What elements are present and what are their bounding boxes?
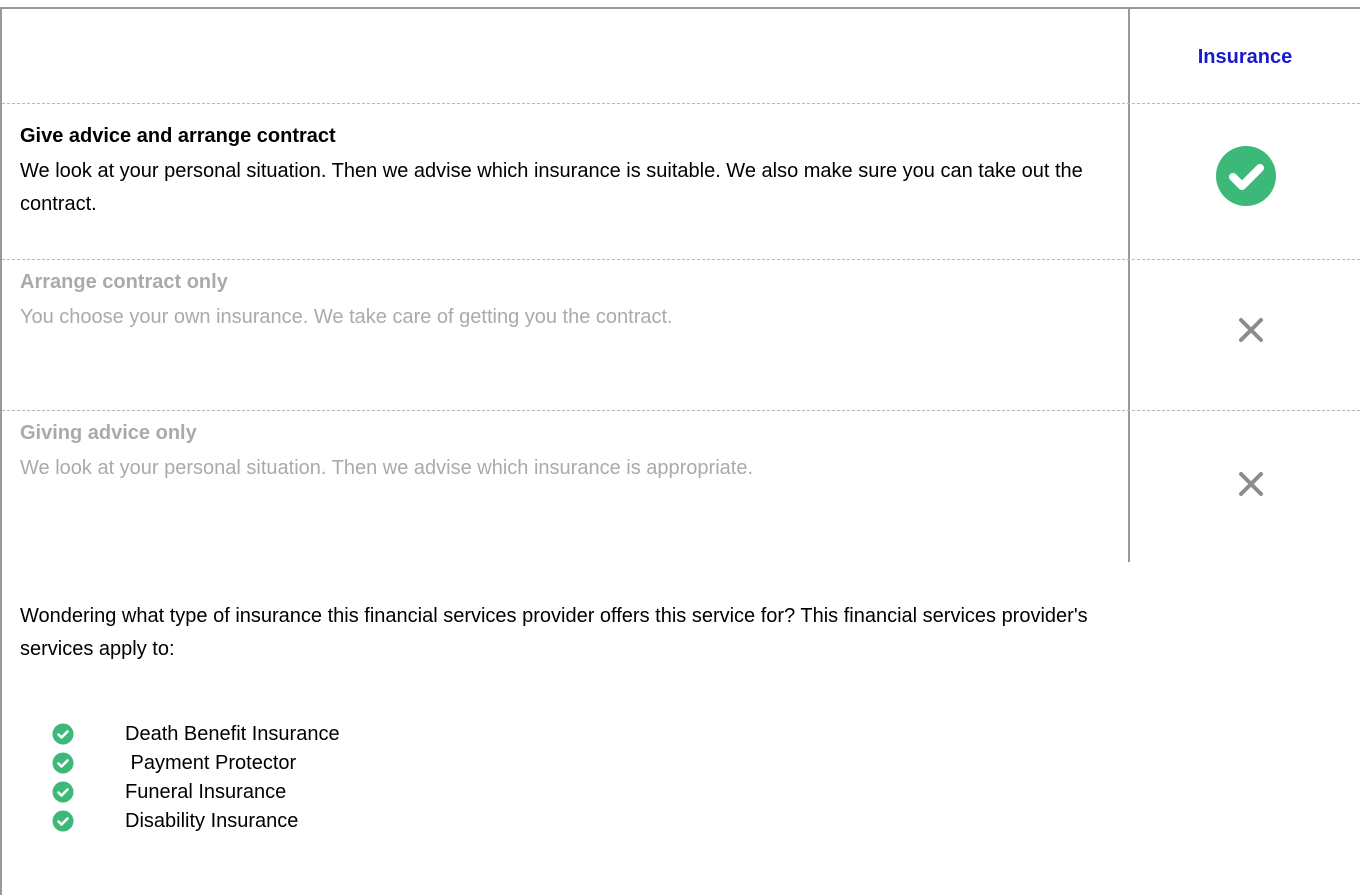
list-item: Disability Insurance [52,807,652,837]
service-title-advice-and-contract: Give advice and arrange contract [20,125,336,147]
check-circle-icon [52,781,74,803]
service-description-arrange-contract: You choose your own insurance. We take c… [20,306,673,328]
service-title-advice-only: Giving advice only [20,422,197,444]
cross-icon [1239,318,1263,342]
row-divider [2,410,1360,411]
check-circle-icon [52,723,74,745]
check-circle-icon [1216,146,1276,206]
cross-icon [1239,472,1263,496]
list-item-label: Disability Insurance [125,810,299,832]
list-item-label: Death Benefit Insurance [125,723,340,745]
service-description-advice-only: We look at your personal situation. Then… [20,457,753,479]
row-divider [2,103,1360,104]
check-circle-icon [52,752,74,774]
coverage-question: Wondering what type of insurance this fi… [20,605,1088,660]
list-item: Death Benefit Insurance [52,720,652,750]
check-circle-icon [52,810,74,832]
column-header-insurance: Insurance [1197,46,1293,68]
service-title-arrange-contract: Arrange contract only [20,271,228,293]
row-divider [2,259,1360,260]
list-item: Payment Protector [52,749,652,779]
column-divider [1128,9,1130,562]
list-item-label: Payment Protector [125,752,297,774]
list-item: Funeral Insurance [52,778,652,808]
top-link-fragment[interactable]: p y [410,0,730,4]
list-item-label: Funeral Insurance [125,781,287,803]
service-description-advice-and-contract: We look at your personal situation. Then… [20,160,1083,215]
